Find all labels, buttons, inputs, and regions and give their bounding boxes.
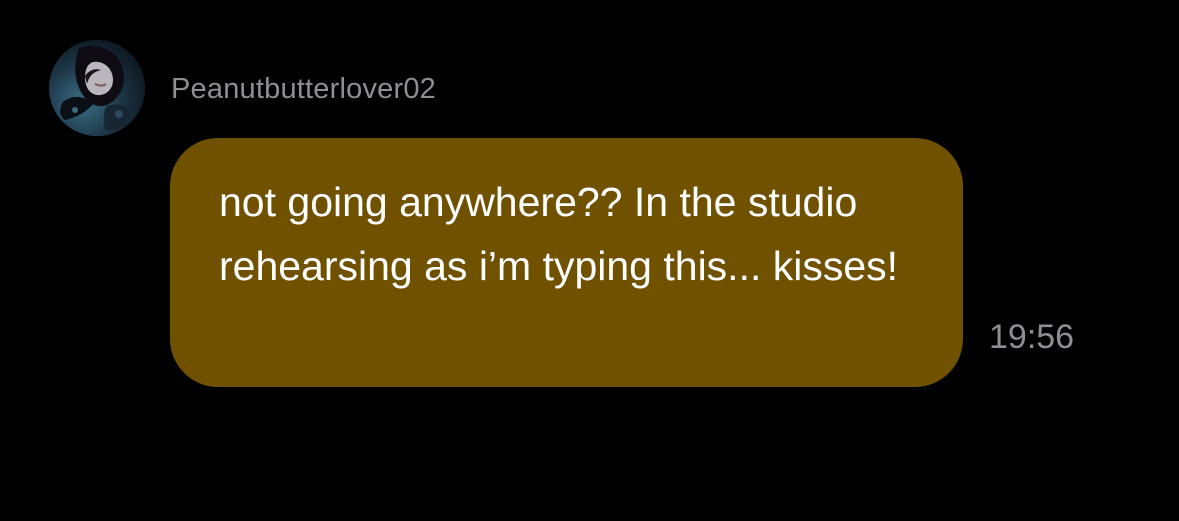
message-timestamp: 19:56	[989, 318, 1075, 356]
message-text: not going anywhere?? In the studio rehea…	[219, 179, 899, 289]
sender-username[interactable]: Peanutbutterlover02	[171, 73, 436, 105]
sender-avatar[interactable]	[49, 40, 145, 136]
profile-photo-icon	[49, 40, 145, 136]
message-bubble[interactable]: not going anywhere?? In the studio rehea…	[170, 138, 963, 387]
chat-thread: Peanutbutterlover02 not going anywhere??…	[0, 0, 1179, 521]
